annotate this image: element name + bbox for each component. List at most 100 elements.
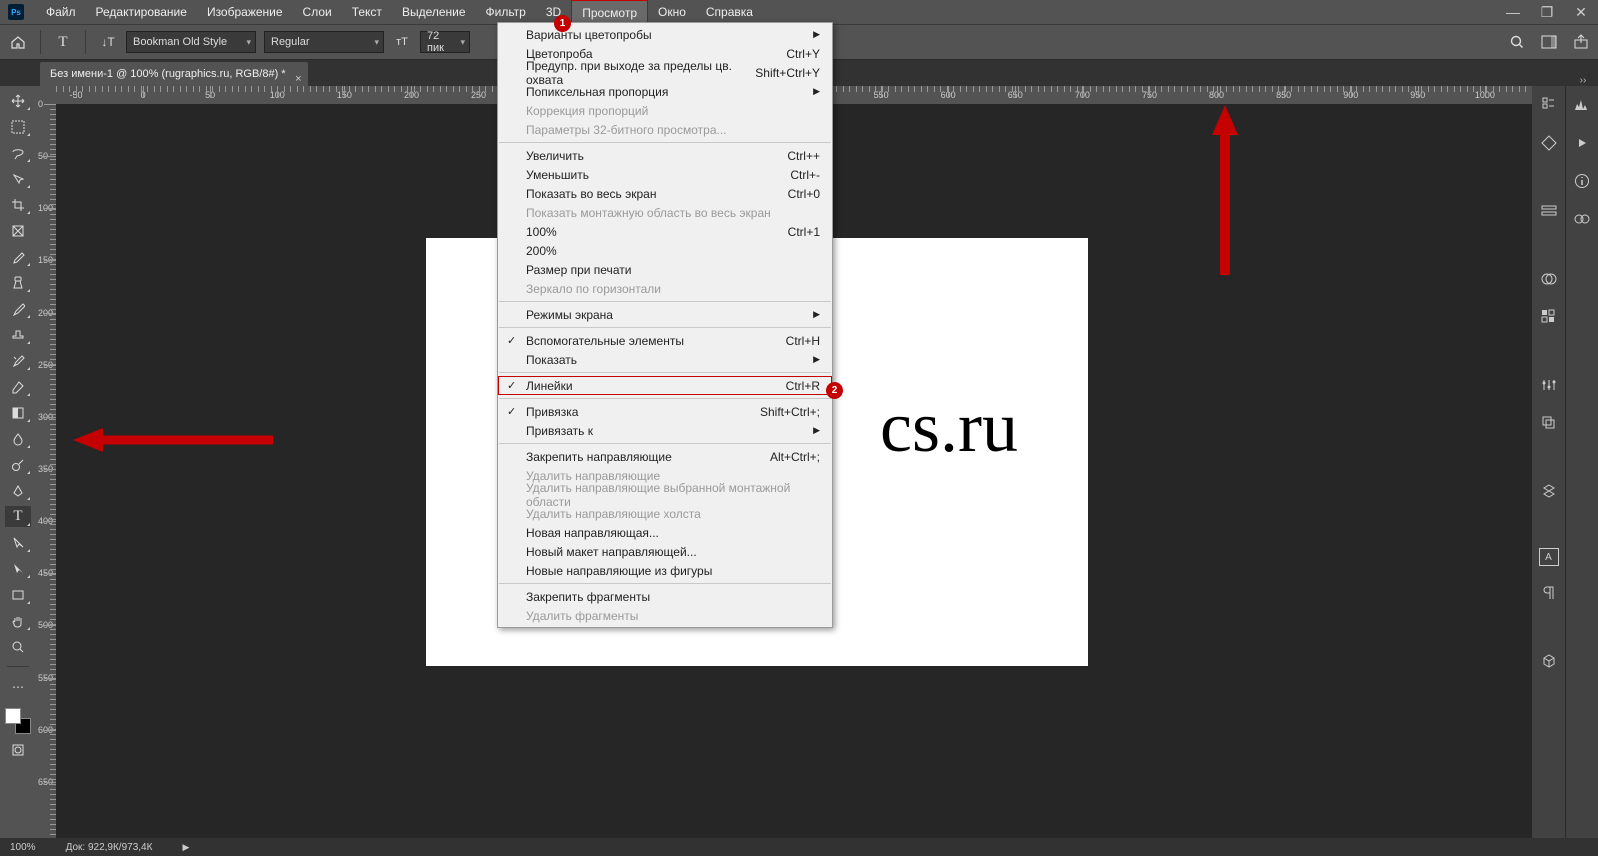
zoom-level[interactable]: 100% <box>10 842 36 853</box>
menu-текст[interactable]: Текст <box>342 0 392 24</box>
font-size-value: 72 пик <box>427 30 451 54</box>
menu-справка[interactable]: Справка <box>696 0 763 24</box>
styles-panel-icon[interactable] <box>1538 306 1560 328</box>
tools-panel: T ⋯ <box>0 86 36 838</box>
font-size-dropdown[interactable]: 72 пик <box>420 31 470 53</box>
quick-mask-icon[interactable] <box>5 739 31 760</box>
menu-окно[interactable]: Окно <box>648 0 696 24</box>
collapse-tabs-icon[interactable]: ›› <box>1568 75 1598 86</box>
menu-item[interactable]: Предупр. при выходе за пределы цв. охват… <box>498 63 832 82</box>
menu-item: Удалить направляющие выбранной монтажной… <box>498 485 832 504</box>
menu-item[interactable]: Новый макет направляющей... <box>498 542 832 561</box>
annotation-arrow-up <box>1205 100 1245 280</box>
menu-item[interactable]: УменьшитьCtrl+- <box>498 165 832 184</box>
home-icon[interactable] <box>8 32 28 52</box>
hand-tool[interactable] <box>5 610 31 631</box>
path-select-tool[interactable] <box>5 532 31 553</box>
color-swatches[interactable] <box>5 708 31 734</box>
doc-info-arrow-icon[interactable]: ▶ <box>182 842 189 853</box>
edit-toolbar-icon[interactable]: ⋯ <box>5 676 31 697</box>
menu-item[interactable]: 100%Ctrl+1 <box>498 222 832 241</box>
menu-item[interactable]: Привязать к▶ <box>498 421 832 440</box>
menu-item[interactable]: ✓ПривязкаShift+Ctrl+; <box>498 402 832 421</box>
adjustments-panel-icon[interactable] <box>1538 374 1560 396</box>
3d-panel-icon[interactable] <box>1538 650 1560 672</box>
menu-файл[interactable]: Файл <box>36 0 86 24</box>
menu-редактирование[interactable]: Редактирование <box>86 0 197 24</box>
move-tool[interactable] <box>5 90 31 111</box>
marquee-tool[interactable] <box>5 116 31 137</box>
font-weight-dropdown[interactable]: Regular <box>264 31 384 53</box>
lasso-tool[interactable] <box>5 142 31 163</box>
close-button[interactable]: ✕ <box>1564 4 1598 21</box>
document-tab[interactable]: Без имени-1 @ 100% (rugraphics.ru, RGB/8… <box>40 62 308 86</box>
swatches-panel-icon[interactable] <box>1538 268 1560 290</box>
menu-item[interactable]: Размер при печати <box>498 260 832 279</box>
eyedropper-tool[interactable] <box>5 246 31 267</box>
menu-просмотр[interactable]: Просмотр <box>571 0 648 24</box>
menu-слои[interactable]: Слои <box>293 0 342 24</box>
brush-tool[interactable] <box>5 298 31 319</box>
maximize-button[interactable]: ❐ <box>1530 4 1564 21</box>
font-size-icon: тT <box>392 32 412 52</box>
direct-select-tool[interactable] <box>5 558 31 579</box>
history-brush-tool[interactable] <box>5 350 31 371</box>
info-panel-icon[interactable] <box>1571 170 1593 192</box>
menu-фильтр[interactable]: Фильтр <box>476 0 536 24</box>
properties-panel-icon[interactable] <box>1538 132 1560 154</box>
histogram-panel-icon[interactable] <box>1571 94 1593 116</box>
vertical-ruler[interactable]: 050100150200250300350400450500550600650 <box>36 86 56 838</box>
app-icon: Ps <box>8 4 24 20</box>
right-panels: A <box>1532 86 1598 838</box>
menu-item[interactable]: Новые направляющие из фигуры <box>498 561 832 580</box>
menu-item[interactable]: Новая направляющая... <box>498 523 832 542</box>
healing-tool[interactable] <box>5 272 31 293</box>
menu-item[interactable]: 200% <box>498 241 832 260</box>
menu-item[interactable]: Закрепить фрагменты <box>498 587 832 606</box>
canvas-text-layer[interactable]: cs.ru <box>880 386 1018 469</box>
menu-item[interactable]: ✓Вспомогательные элементыCtrl+H <box>498 331 832 350</box>
layers-panel-icon[interactable] <box>1538 412 1560 434</box>
menubar: Ps ФайлРедактированиеИзображениеСлоиТекс… <box>0 0 1598 24</box>
brushes-panel-icon[interactable] <box>1538 200 1560 222</box>
cc-libs-panel-icon[interactable] <box>1571 208 1593 230</box>
text-orientation-icon[interactable]: ↓T <box>98 32 118 52</box>
search-icon[interactable] <box>1508 33 1526 51</box>
dodge-tool[interactable] <box>5 454 31 475</box>
stamp-tool[interactable] <box>5 324 31 345</box>
type-tool[interactable]: T <box>5 506 31 527</box>
paragraph-panel-icon[interactable] <box>1538 582 1560 604</box>
menu-item[interactable]: Попиксельная пропорция▶ <box>498 82 832 101</box>
share-icon[interactable] <box>1572 33 1590 51</box>
menu-item[interactable]: ✓ЛинейкиCtrl+R <box>498 376 832 395</box>
blur-tool[interactable] <box>5 428 31 449</box>
gradient-tool[interactable] <box>5 402 31 423</box>
menu-item[interactable]: Показать▶ <box>498 350 832 369</box>
menu-item[interactable]: Режимы экрана▶ <box>498 305 832 324</box>
character-panel-icon[interactable]: A <box>1539 548 1559 566</box>
viewmode-icon[interactable] <box>1540 33 1558 51</box>
crop-tool[interactable] <box>5 194 31 215</box>
quick-select-tool[interactable] <box>5 168 31 189</box>
font-family-value: Bookman Old Style <box>133 36 227 48</box>
actions-panel-icon[interactable] <box>1571 132 1593 154</box>
history-panel-icon[interactable] <box>1538 94 1560 116</box>
menu-изображение[interactable]: Изображение <box>197 0 293 24</box>
minimize-button[interactable]: — <box>1496 4 1530 21</box>
menu-item[interactable]: Закрепить направляющиеAlt+Ctrl+; <box>498 447 832 466</box>
text-tool-preset-icon[interactable]: T <box>53 32 73 52</box>
zoom-tool[interactable] <box>5 636 31 657</box>
font-family-dropdown[interactable]: Bookman Old Style <box>126 31 256 53</box>
menu-выделение[interactable]: Выделение <box>392 0 476 24</box>
menu-item[interactable]: Варианты цветопробы▶ <box>498 25 832 44</box>
eraser-tool[interactable] <box>5 376 31 397</box>
frame-tool[interactable] <box>5 220 31 241</box>
menu-item[interactable]: Показать во весь экранCtrl+0 <box>498 184 832 203</box>
channels-panel-icon[interactable] <box>1538 480 1560 502</box>
menu-item[interactable]: УвеличитьCtrl++ <box>498 146 832 165</box>
doc-info[interactable]: Док: 922,9К/973,4К <box>66 842 153 853</box>
document-tab-title: Без имени-1 @ 100% (rugraphics.ru, RGB/8… <box>50 68 286 80</box>
pen-tool[interactable] <box>5 480 31 501</box>
menu-item: Удалить фрагменты <box>498 606 832 625</box>
rectangle-tool[interactable] <box>5 584 31 605</box>
